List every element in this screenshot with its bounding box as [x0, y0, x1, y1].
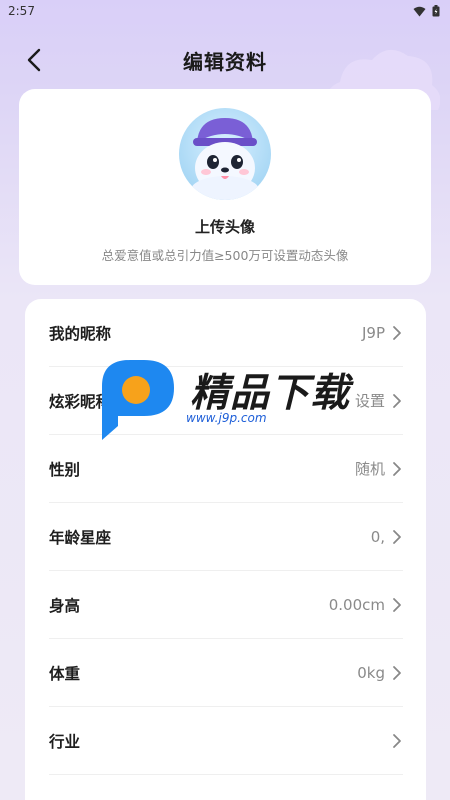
row-label: 行业: [49, 732, 81, 751]
row-colorful-nickname[interactable]: 炫彩昵称 设置: [49, 367, 403, 435]
row-label: 身高: [49, 596, 81, 615]
row-value: 0.00cm: [328, 595, 385, 614]
chevron-right-icon: [393, 461, 401, 476]
status-bar: 2:57: [0, 0, 450, 22]
row-height[interactable]: 身高 0.00cm: [49, 571, 403, 639]
chevron-right-icon: [393, 529, 401, 544]
row-value: 设置: [354, 392, 385, 410]
header: 编辑资料: [0, 38, 450, 82]
avatar-card: 上传头像 总爱意值或总引力值≥500万可设置动态头像: [19, 89, 431, 285]
chevron-right-icon: [393, 393, 401, 408]
status-time: 2:57: [8, 4, 35, 18]
page-title: 编辑资料: [183, 49, 267, 74]
back-arrow-icon: [27, 48, 41, 72]
row-value: J9P: [361, 323, 385, 342]
row-label: 炫彩昵称: [49, 392, 112, 411]
row-industry[interactable]: 行业: [49, 707, 403, 775]
profile-form-card: 我的昵称 J9P 炫彩昵称 设置 性别 随机 年龄星座 0, 身高 0.00cm: [25, 299, 426, 800]
avatar[interactable]: [179, 108, 271, 200]
row-value: 0kg: [357, 663, 385, 682]
seal-mascot-icon: [191, 118, 259, 200]
row-label: 年龄星座: [49, 528, 112, 547]
chevron-right-icon: [393, 597, 401, 612]
row-value: 随机: [354, 460, 385, 478]
chevron-right-icon: [393, 733, 401, 748]
row-label: 我的昵称: [49, 324, 112, 343]
avatar-hint-text: 总爱意值或总引力值≥500万可设置动态头像: [101, 248, 349, 263]
row-age-zodiac[interactable]: 年龄星座 0,: [49, 503, 403, 571]
back-button[interactable]: [20, 46, 48, 74]
chevron-right-icon: [393, 325, 401, 340]
row-value: 0,: [370, 527, 385, 546]
row-label: 体重: [49, 664, 81, 683]
battery-icon: [432, 5, 440, 17]
wifi-icon: [413, 6, 426, 16]
row-nickname[interactable]: 我的昵称 J9P: [49, 299, 403, 367]
chevron-right-icon: [393, 665, 401, 680]
status-icons: [413, 5, 440, 17]
row-weight[interactable]: 体重 0kg: [49, 639, 403, 707]
row-label: 性别: [49, 460, 81, 479]
row-gender[interactable]: 性别 随机: [49, 435, 403, 503]
upload-avatar-label[interactable]: 上传头像: [19, 216, 431, 237]
